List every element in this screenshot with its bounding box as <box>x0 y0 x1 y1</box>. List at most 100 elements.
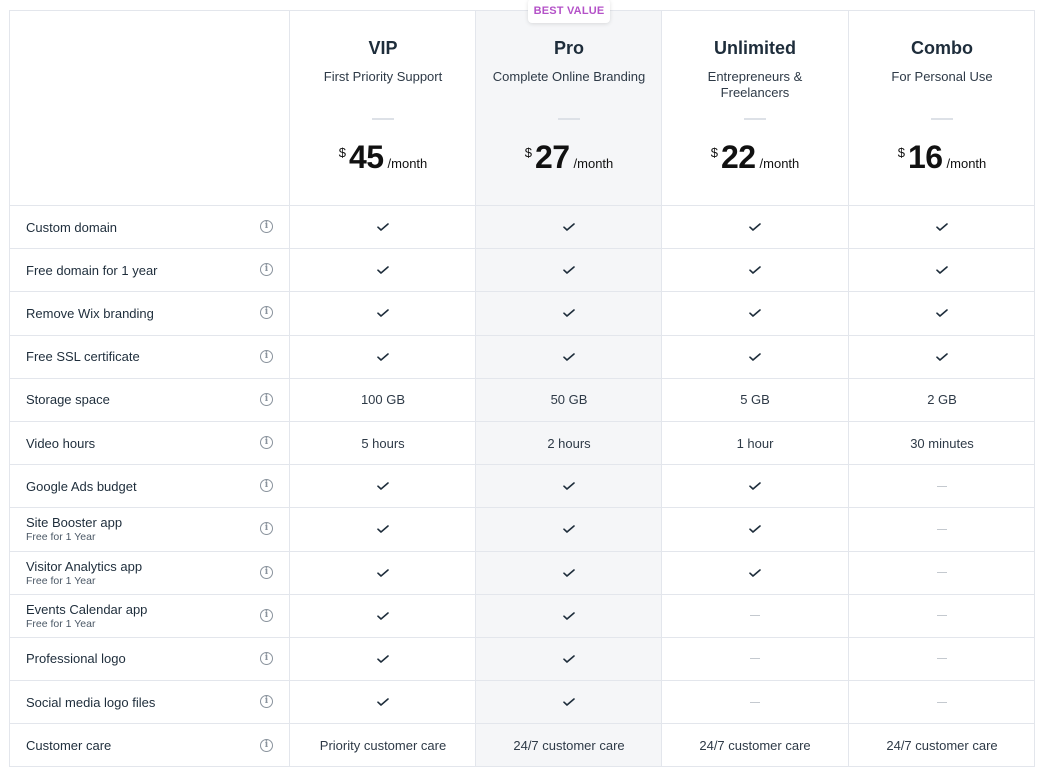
feature-value-pro <box>476 206 662 248</box>
info-circle-icon[interactable]: i <box>260 436 273 450</box>
feature-value-pro <box>476 249 662 291</box>
checkmark-icon <box>563 309 575 318</box>
feature-value-combo: 30 minutes <box>849 422 1035 464</box>
checkmark-icon <box>563 611 575 620</box>
feature-value-combo <box>849 336 1035 378</box>
info-circle-icon[interactable]: i <box>260 522 273 536</box>
feature-value-vip <box>290 508 476 550</box>
checkmark-icon <box>563 352 575 361</box>
feature-name: Visitor Analytics app Free for 1 Year <box>26 552 266 594</box>
feature-value-text: 24/7 customer care <box>886 738 998 754</box>
feature-sublabel: Free for 1 Year <box>26 531 96 544</box>
feature-value-unlimited: 5 GB <box>662 379 848 421</box>
feature-value-unlimited <box>662 638 848 680</box>
plan-separator <box>558 118 580 120</box>
feature-value-unlimited <box>662 595 848 637</box>
checkmark-icon <box>563 223 575 231</box>
feature-label: Google Ads budget <box>26 478 137 494</box>
feature-value-unlimited <box>662 465 848 507</box>
feature-name: Remove Wix branding <box>26 292 266 334</box>
feature-value-combo <box>849 508 1035 550</box>
checkmark-icon <box>377 482 389 491</box>
feature-value-vip: 5 hours <box>290 422 476 464</box>
feature-value-pro <box>476 595 662 637</box>
feature-value-vip: Priority customer care <box>290 724 476 767</box>
dash-icon <box>937 572 947 574</box>
feature-value-text: 50 GB <box>550 392 588 408</box>
price-amount: 16 <box>907 139 943 175</box>
checkmark-icon <box>377 525 389 534</box>
feature-name: Customer care <box>26 724 266 767</box>
info-circle-icon[interactable]: i <box>260 651 273 665</box>
feature-value-unlimited <box>662 336 848 378</box>
plan-description: For Personal Use <box>891 69 993 84</box>
plan-unlimited: Unlimited Entrepreneurs & Freelancers $22/… <box>662 11 848 206</box>
info-circle-icon[interactable]: i <box>260 306 273 320</box>
feature-label: Remove Wix branding <box>26 305 154 321</box>
feature-value-pro <box>476 508 662 550</box>
feature-value-vip <box>290 638 476 680</box>
feature-label: Visitor Analytics app <box>26 558 143 574</box>
info-circle-icon[interactable]: i <box>260 263 273 277</box>
feature-value-unlimited <box>662 681 848 723</box>
checkmark-icon <box>377 655 389 663</box>
feature-name: Free domain for 1 year <box>26 249 266 291</box>
dash-icon <box>750 701 760 703</box>
info-circle-icon[interactable]: i <box>260 392 273 406</box>
feature-rows: Custom domain i Free domain for 1 year i Rem… <box>10 206 1034 767</box>
checkmark-icon <box>936 352 948 361</box>
pricing-comparison-table: VIP First Priority Support $45/month Pro Com… <box>9 0 1035 767</box>
plan-name: Pro <box>553 38 584 58</box>
price-amount: 27 <box>534 139 570 175</box>
feature-name: Free SSL certificate <box>26 336 266 378</box>
info-circle-icon[interactable]: i <box>260 695 273 709</box>
checkmark-icon <box>377 698 389 706</box>
checkmark-icon <box>749 223 761 231</box>
info-circle-icon[interactable]: i <box>260 565 273 579</box>
info-circle-icon[interactable]: i <box>260 349 273 363</box>
price-period: /month <box>573 156 614 171</box>
checkmark-icon <box>749 309 761 318</box>
feature-row: Storage space i 100 GB 50 GB 5 GB 2 GB <box>10 379 1034 422</box>
plan-price: $22/month <box>662 139 848 176</box>
checkmark-icon <box>749 352 761 361</box>
feature-value-vip <box>290 552 476 594</box>
price-amount: 22 <box>720 139 756 175</box>
feature-value-text: Priority customer care <box>319 738 447 754</box>
feature-row: Customer care i Priority customer care 24/7… <box>10 724 1034 767</box>
price-amount: 45 <box>348 139 384 175</box>
feature-value-pro: 50 GB <box>476 379 662 421</box>
checkmark-icon <box>377 568 389 577</box>
info-circle-icon[interactable]: i <box>260 220 273 234</box>
feature-row: Video hours i 5 hours 2 hours 1 hour 30 minut… <box>10 422 1035 466</box>
plan-pro: Pro Complete Online Branding $27/month <box>476 11 662 206</box>
feature-row: Events Calendar app Free for 1 Year i <box>10 595 1034 638</box>
info-circle-icon[interactable]: i <box>260 608 273 622</box>
feature-row: Google Ads budget i <box>10 465 1034 509</box>
checkmark-icon <box>563 266 575 275</box>
feature-value-combo <box>849 638 1035 680</box>
plan-separator <box>744 118 766 120</box>
feature-label: Events Calendar app <box>26 601 148 617</box>
plan-description: Complete Online Branding <box>492 69 646 84</box>
feature-label: Custom domain <box>26 219 118 235</box>
plan-price: $45/month <box>290 139 476 176</box>
price-period: /month <box>946 156 987 171</box>
info-circle-icon[interactable]: i <box>260 479 273 493</box>
info-circle-icon[interactable]: i <box>260 738 273 752</box>
feature-label: Professional logo <box>26 651 126 667</box>
feature-value-text: 2 GB <box>927 392 957 408</box>
checkmark-icon <box>749 525 761 534</box>
currency-symbol: $ <box>710 145 718 160</box>
feature-sublabel: Free for 1 Year <box>26 617 96 630</box>
feature-value-vip <box>290 292 476 334</box>
dash-icon <box>937 701 947 703</box>
checkmark-icon <box>563 655 575 663</box>
currency-symbol: $ <box>897 145 905 160</box>
feature-value-pro <box>476 638 662 680</box>
feature-row: Visitor Analytics app Free for 1 Year i <box>10 552 1034 595</box>
price-period: /month <box>387 156 428 171</box>
feature-sublabel: Free for 1 Year <box>26 574 96 587</box>
checkmark-icon <box>377 352 389 361</box>
checkmark-icon <box>749 482 761 491</box>
